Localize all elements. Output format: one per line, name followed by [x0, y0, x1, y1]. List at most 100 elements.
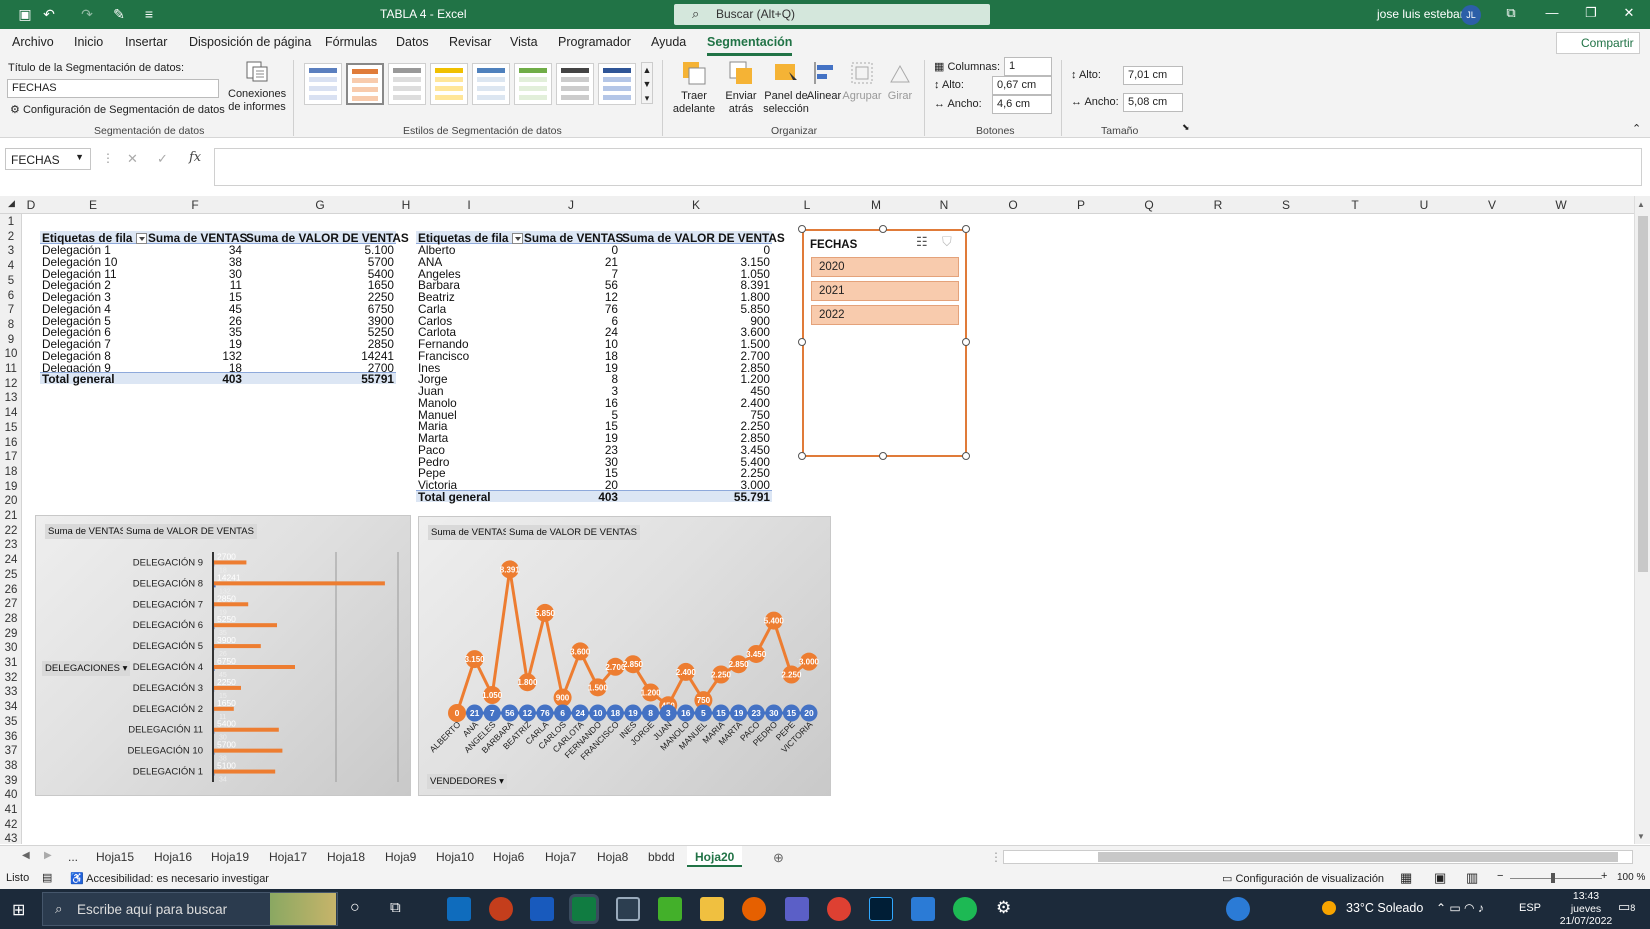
pivot-row-ventas[interactable]: 35 — [146, 326, 242, 338]
scroll-down-icon[interactable]: ▼ — [1637, 832, 1645, 841]
pivot-row-ventas[interactable]: 19 — [522, 362, 618, 374]
avatar[interactable]: JL — [1461, 5, 1481, 25]
col-header[interactable]: Q — [1114, 198, 1184, 212]
enter-icon[interactable]: ✓ — [157, 151, 168, 167]
pivot-row-ventas[interactable]: 30 — [146, 268, 242, 280]
pivot-row-valor[interactable]: 3.150 — [620, 256, 770, 268]
row-header[interactable]: 36 — [0, 731, 22, 743]
sheet-tab[interactable]: Hoja19 — [211, 850, 249, 864]
row-header[interactable]: 39 — [0, 775, 22, 787]
size-height-input[interactable]: 7,01 cm — [1123, 66, 1183, 85]
pivot-row-ventas[interactable]: 23 — [522, 444, 618, 456]
col-header[interactable]: O — [978, 198, 1048, 212]
sheet-tab[interactable]: Hoja6 — [493, 850, 524, 864]
col-header[interactable]: W — [1526, 198, 1596, 212]
tray-icons[interactable]: ⌃ ▭ ◠ ♪ — [1436, 901, 1484, 915]
resize-handle[interactable] — [798, 338, 806, 346]
macro-record-icon[interactable]: ▤ — [42, 871, 52, 884]
pivot-row-label[interactable]: Delegación 8 — [42, 350, 111, 362]
pivot-row-valor[interactable]: 1.200 — [620, 373, 770, 385]
task-view-icon[interactable]: ⧉ — [390, 899, 401, 916]
restore-icon[interactable]: ❐ — [1576, 5, 1606, 23]
col-header[interactable]: H — [396, 198, 416, 212]
sheet-tab[interactable]: bbdd — [648, 850, 675, 864]
sheet-tab[interactable]: Hoja10 — [436, 850, 474, 864]
tab-vista[interactable]: Vista — [510, 35, 538, 49]
col-header[interactable]: L — [772, 198, 842, 212]
row-header[interactable]: 34 — [0, 701, 22, 713]
row-header[interactable]: 30 — [0, 642, 22, 654]
share-button[interactable]: Compartir — [1556, 32, 1640, 54]
vertical-scrollbar[interactable]: ▲ ▼ — [1634, 196, 1650, 844]
slicer-style-5[interactable] — [472, 63, 510, 105]
pivot-row-ventas[interactable]: 15 — [522, 467, 618, 479]
sheet-tab[interactable]: Hoja7 — [545, 850, 576, 864]
slicer-caption-input[interactable]: FECHAS — [7, 79, 219, 98]
page-break-icon[interactable]: ▥ — [1466, 870, 1478, 886]
col-header[interactable]: R — [1184, 198, 1252, 212]
insert-function-icon[interactable]: fx — [189, 150, 201, 165]
send-backward-button[interactable]: Enviar atrás — [718, 60, 764, 116]
resize-handle[interactable] — [962, 452, 970, 460]
weather-text[interactable]: 33°C Soleado — [1346, 901, 1423, 915]
row-header[interactable]: 10 — [0, 348, 22, 360]
row-header[interactable]: 8 — [0, 319, 22, 331]
row-header[interactable]: 41 — [0, 804, 22, 816]
multi-select-icon[interactable]: ☷ — [916, 235, 928, 248]
row-header[interactable]: 37 — [0, 745, 22, 757]
zoom-slider[interactable] — [1510, 878, 1602, 879]
row-header[interactable]: 9 — [0, 334, 22, 346]
row-header[interactable]: 43 — [0, 833, 22, 845]
pivot-row-valor[interactable]: 2.400 — [620, 397, 770, 409]
sheet-tab[interactable]: Hoja15 — [96, 850, 134, 864]
resize-handle[interactable] — [879, 225, 887, 233]
accessibility-status[interactable]: ♿ Accesibilidad: es necesario investigar — [70, 872, 269, 885]
col-header[interactable]: D — [22, 198, 40, 212]
undo-icon[interactable]: ↶ — [40, 5, 58, 23]
display-settings[interactable]: ▭ Configuración de visualización — [1222, 872, 1384, 885]
add-sheet-icon[interactable]: ⊕ — [773, 850, 784, 866]
pivot-row-ventas[interactable]: 0 — [522, 244, 618, 256]
row-header[interactable]: 29 — [0, 628, 22, 640]
teams-icon[interactable] — [785, 897, 809, 921]
row-header[interactable]: 13 — [0, 392, 22, 404]
row-header[interactable]: 19 — [0, 481, 22, 493]
row-header[interactable]: 3 — [0, 245, 22, 257]
button-width-input[interactable]: 4,6 cm — [992, 95, 1052, 114]
page-layout-icon[interactable]: ▣ — [1434, 870, 1446, 886]
slicer-item-2020[interactable]: 2020 — [811, 257, 959, 277]
zoom-out-icon[interactable]: − — [1497, 870, 1503, 882]
pivot-row-ventas[interactable]: 12 — [522, 291, 618, 303]
col-header[interactable]: P — [1048, 198, 1114, 212]
row-header[interactable]: 28 — [0, 613, 22, 625]
col-header[interactable]: K — [620, 198, 772, 212]
row-header[interactable]: 16 — [0, 437, 22, 449]
col-header[interactable]: I — [416, 198, 522, 212]
pivot-total-label[interactable]: Total general — [42, 373, 115, 385]
slicer-style-8[interactable] — [598, 63, 636, 105]
col-header[interactable]: V — [1458, 198, 1526, 212]
normal-view-icon[interactable]: ▦ — [1400, 870, 1412, 886]
pivot-row-label[interactable]: Francisco — [418, 350, 469, 362]
row-header[interactable]: 17 — [0, 451, 22, 463]
pivot-row-valor[interactable]: 2.700 — [620, 350, 770, 362]
slicer-style-7[interactable] — [556, 63, 594, 105]
notifications-icon[interactable]: ▭8 — [1618, 899, 1635, 915]
pivot-row-ventas[interactable]: 8 — [522, 373, 618, 385]
excel-icon[interactable] — [572, 897, 596, 921]
pivot-total-ventas[interactable]: 403 — [522, 491, 618, 503]
customize-quick-access-icon[interactable]: ≡ — [140, 5, 158, 23]
row-header[interactable]: 1 — [0, 216, 22, 228]
col-header[interactable]: J — [522, 198, 620, 212]
resize-handle[interactable] — [962, 338, 970, 346]
camtasia-icon[interactable] — [658, 897, 682, 921]
size-dialog-launcher-icon[interactable]: ⬊ — [1182, 122, 1190, 133]
pivot-row-ventas[interactable]: 10 — [522, 338, 618, 350]
search-box[interactable]: ⌕ Buscar (Alt+Q) — [674, 4, 990, 25]
name-box[interactable]: FECHAS ▼ — [5, 148, 91, 170]
resize-handle[interactable] — [962, 225, 970, 233]
slicer-style-4[interactable] — [430, 63, 468, 105]
windows-start-icon[interactable]: ⊞ — [12, 900, 25, 920]
tab-segmentacion[interactable]: Segmentación — [707, 35, 793, 56]
redo-icon[interactable]: ↷ — [78, 5, 96, 23]
